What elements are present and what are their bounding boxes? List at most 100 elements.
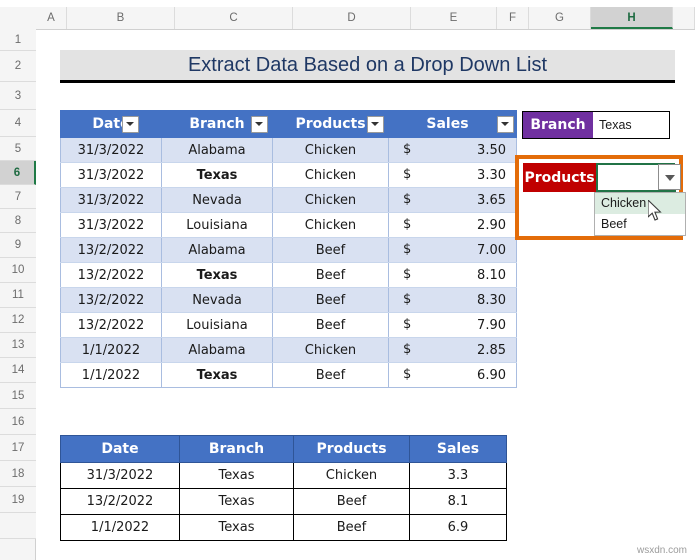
result-row: 13/2/2022 Texas Beef 8.1 (60, 488, 507, 515)
row-header-8[interactable]: 8 (0, 209, 36, 233)
cell-product[interactable]: Beef (272, 262, 389, 288)
row-header-13[interactable]: 13 (0, 333, 36, 358)
cell-branch[interactable]: Nevada (161, 287, 273, 313)
column-header-date[interactable]: Date (60, 110, 162, 138)
cell-branch[interactable]: Louisiana (161, 212, 273, 238)
cell-sales[interactable]: $3.30 (388, 162, 517, 188)
row-header-14[interactable]: 14 (0, 358, 36, 383)
column-header-h[interactable]: H (591, 7, 673, 29)
products-dropdown-list[interactable]: Chicken Beef (594, 192, 686, 236)
watermark: wsxdn.com (636, 545, 687, 556)
row-header-3[interactable]: 3 (0, 82, 36, 110)
cell-sales[interactable]: $7.90 (388, 312, 517, 338)
branch-value-cell[interactable]: Texas (593, 112, 669, 138)
row-header-12[interactable]: 12 (0, 308, 36, 333)
cell-branch[interactable]: Alabama (161, 237, 273, 263)
row-header-19[interactable]: 19 (0, 487, 36, 513)
row-header-4[interactable]: 4 (0, 110, 36, 137)
cell-date[interactable]: 31/3/2022 (60, 187, 162, 213)
result-cell-branch[interactable]: Texas (179, 514, 294, 541)
column-header-sales[interactable]: Sales (388, 110, 517, 138)
cell-date[interactable]: 13/2/2022 (60, 262, 162, 288)
result-cell-sales[interactable]: 3.3 (409, 462, 507, 489)
cell-sales[interactable]: $2.85 (388, 337, 517, 363)
result-cell-branch[interactable]: Texas (179, 462, 294, 489)
cell-product[interactable]: Beef (272, 362, 389, 388)
row-header-16[interactable]: 16 (0, 409, 36, 435)
result-cell-product[interactable]: Chicken (293, 462, 410, 489)
cell-branch[interactable]: Louisiana (161, 312, 273, 338)
cell-branch[interactable]: Texas (161, 262, 273, 288)
cell-date[interactable]: 13/2/2022 (60, 237, 162, 263)
cell-product[interactable]: Chicken (272, 212, 389, 238)
row-header-6[interactable]: 6 (0, 161, 36, 185)
table-row: 31/3/2022 Nevada Chicken $3.65 (60, 187, 517, 213)
row-header-1[interactable]: 1 (0, 29, 36, 51)
cell-product[interactable]: Beef (272, 287, 389, 313)
cell-product[interactable]: Beef (272, 312, 389, 338)
result-cell-date[interactable]: 13/2/2022 (60, 488, 180, 515)
row-header-10[interactable]: 10 (0, 258, 36, 283)
cell-product[interactable]: Beef (272, 237, 389, 263)
cell-date[interactable]: 1/1/2022 (60, 337, 162, 363)
cell-sales[interactable]: $8.10 (388, 262, 517, 288)
cell-branch[interactable]: Alabama (161, 337, 273, 363)
cell-sales[interactable]: $6.90 (388, 362, 517, 388)
filter-dropdown-icon-date[interactable] (122, 116, 139, 133)
cell-product[interactable]: Chicken (272, 137, 389, 163)
cell-sales[interactable]: $7.00 (388, 237, 517, 263)
column-header-products[interactable]: Products (272, 110, 389, 138)
row-header-2[interactable]: 2 (0, 51, 36, 82)
column-header-branch[interactable]: Branch (161, 110, 273, 138)
column-header-d[interactable]: D (293, 7, 411, 29)
filter-dropdown-icon-sales[interactable] (497, 116, 514, 133)
chevron-down-icon[interactable] (658, 164, 681, 190)
result-column-header-sales: Sales (409, 435, 507, 463)
cell-sales[interactable]: $3.50 (388, 137, 517, 163)
row-header-11[interactable]: 11 (0, 283, 36, 308)
filter-dropdown-icon-products[interactable] (367, 116, 384, 133)
cell-sales[interactable]: $8.30 (388, 287, 517, 313)
table-row: 31/3/2022 Alabama Chicken $3.50 (60, 137, 517, 163)
column-header-b[interactable]: B (67, 7, 175, 29)
cell-branch[interactable]: Texas (161, 362, 273, 388)
cell-branch[interactable]: Alabama (161, 137, 273, 163)
row-header-15[interactable]: 15 (0, 383, 36, 409)
row-header-17[interactable]: 17 (0, 435, 36, 461)
cell-date[interactable]: 13/2/2022 (60, 312, 162, 338)
result-cell-product[interactable]: Beef (293, 488, 410, 515)
cell-branch[interactable]: Texas (161, 162, 273, 188)
row-header-9[interactable]: 9 (0, 233, 36, 258)
cell-date[interactable]: 1/1/2022 (60, 362, 162, 388)
result-cell-date[interactable]: 1/1/2022 (60, 514, 180, 541)
cell-date[interactable]: 13/2/2022 (60, 287, 162, 313)
dropdown-option-chicken[interactable]: Chicken (595, 193, 685, 214)
dropdown-option-beef[interactable]: Beef (595, 214, 685, 235)
filter-dropdown-icon-branch[interactable] (251, 116, 268, 133)
cell-product[interactable]: Chicken (272, 187, 389, 213)
cell-sales[interactable]: $2.90 (388, 212, 517, 238)
result-cell-date[interactable]: 31/3/2022 (60, 462, 180, 489)
row-header-blank[interactable] (0, 513, 36, 539)
row-header-18[interactable]: 18 (0, 461, 36, 487)
column-header-f[interactable]: F (497, 7, 529, 29)
cell-product[interactable]: Chicken (272, 162, 389, 188)
cell-date[interactable]: 31/3/2022 (60, 137, 162, 163)
column-header-a[interactable]: A (36, 7, 67, 29)
result-cell-sales[interactable]: 8.1 (409, 488, 507, 515)
cell-sales[interactable]: $3.65 (388, 187, 517, 213)
cell-branch[interactable]: Nevada (161, 187, 273, 213)
column-header-blank[interactable] (673, 7, 695, 29)
products-selector: Products (523, 163, 676, 193)
cell-date[interactable]: 31/3/2022 (60, 212, 162, 238)
result-cell-product[interactable]: Beef (293, 514, 410, 541)
result-cell-branch[interactable]: Texas (179, 488, 294, 515)
row-header-5[interactable]: 5 (0, 137, 36, 161)
column-header-e[interactable]: E (411, 7, 497, 29)
column-header-g[interactable]: G (529, 7, 591, 29)
result-cell-sales[interactable]: 6.9 (409, 514, 507, 541)
cell-product[interactable]: Chicken (272, 337, 389, 363)
column-header-c[interactable]: C (175, 7, 293, 29)
cell-date[interactable]: 31/3/2022 (60, 162, 162, 188)
row-header-7[interactable]: 7 (0, 185, 36, 209)
